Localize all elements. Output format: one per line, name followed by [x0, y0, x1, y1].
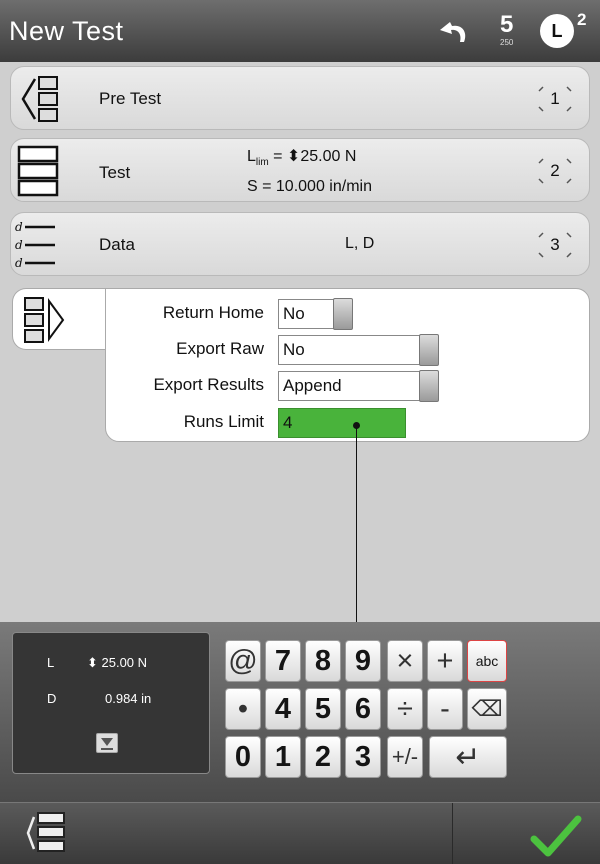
- export-results-row: Export Results Append: [106, 370, 591, 402]
- load-badge-superscript: 2: [577, 10, 587, 29]
- expand-down-icon: [101, 738, 113, 750]
- readout-displacement-row: D 0.984 in: [13, 691, 211, 711]
- return-home-field[interactable]: No: [278, 299, 334, 329]
- export-raw-label: Export Raw: [176, 339, 264, 358]
- key-9[interactable]: 9: [345, 640, 381, 682]
- key-divide[interactable]: ÷: [387, 688, 423, 730]
- counter-sub: 250: [500, 38, 514, 47]
- runs-limit-row: Runs Limit 4: [106, 408, 591, 438]
- step-name: Test: [99, 163, 131, 182]
- counter-value: 5: [500, 11, 514, 38]
- readout-value: 0.984 in: [105, 691, 152, 706]
- footer-divider: [452, 803, 453, 864]
- export-raw-field[interactable]: No: [278, 335, 420, 365]
- step-number: 3: [550, 235, 560, 254]
- load-badge-icon[interactable]: L: [540, 14, 574, 48]
- return-home-row: Return Home No: [106, 298, 591, 330]
- step-number: 2: [550, 161, 560, 180]
- key-8[interactable]: 8: [305, 640, 341, 682]
- checkmark-icon[interactable]: [530, 813, 582, 859]
- step-number: 1: [550, 89, 560, 108]
- callout-leader-dot: [353, 422, 360, 429]
- key-abc[interactable]: abc: [467, 640, 507, 682]
- bottom-bar: [0, 802, 600, 864]
- undo-icon[interactable]: [436, 18, 472, 46]
- step-pre-test[interactable]: Pre Test 1: [10, 66, 590, 130]
- key-7[interactable]: 7: [265, 640, 301, 682]
- svg-text:d: d: [15, 220, 23, 234]
- key-6[interactable]: 6: [345, 688, 381, 730]
- readout-load-row: L ⬍ 25.00 N: [13, 655, 211, 675]
- test-params: Llim = ⬍25.00 N S = 10.000 in/min: [247, 145, 372, 199]
- readout-key: D: [47, 691, 57, 706]
- readout-expand-button[interactable]: [96, 733, 118, 753]
- runs-limit-input[interactable]: 4: [278, 408, 406, 438]
- step-data[interactable]: d d d Data L, D 3: [10, 212, 590, 276]
- test-load-limit: Llim = ⬍25.00 N: [247, 148, 357, 169]
- runs-limit-label: Runs Limit: [183, 412, 264, 431]
- key-plus[interactable]: +: [427, 640, 463, 682]
- key-multiply[interactable]: ×: [387, 640, 423, 682]
- page-title: New Test: [9, 15, 124, 46]
- test-speed: S = 10.000 in/min: [247, 178, 372, 196]
- enter-icon[interactable]: ↵: [429, 736, 507, 778]
- step-name: Pre Test: [99, 89, 162, 108]
- pre-test-icon: [21, 76, 58, 122]
- return-home-label: Return Home: [162, 303, 264, 322]
- finish-settings-panel: Return Home No Export Raw No Export Resu…: [105, 288, 590, 442]
- step-name: Data: [99, 235, 135, 254]
- key-0[interactable]: 0: [225, 736, 261, 778]
- menu-stack-icon[interactable]: [22, 809, 78, 861]
- load-badge-letter: L: [551, 20, 563, 41]
- key-3[interactable]: 3: [345, 736, 381, 778]
- export-results-dropdown-button[interactable]: [419, 370, 439, 402]
- export-results-label: Export Results: [153, 375, 264, 394]
- data-icon: d d d: [15, 220, 55, 270]
- svg-text:d: d: [15, 256, 23, 270]
- step-test[interactable]: Test Llim = ⬍25.00 N S = 10.000 in/min 2: [10, 138, 590, 202]
- key-minus[interactable]: -: [427, 688, 463, 730]
- key-4[interactable]: 4: [265, 688, 301, 730]
- key-decimal[interactable]: •: [225, 688, 261, 730]
- return-home-dropdown-button[interactable]: [333, 298, 353, 330]
- test-icon: [17, 145, 59, 197]
- key-2[interactable]: 2: [305, 736, 341, 778]
- export-raw-dropdown-button[interactable]: [419, 334, 439, 366]
- key-1[interactable]: 1: [265, 736, 301, 778]
- finish-icon: [24, 297, 65, 343]
- key-plus-minus[interactable]: +/-: [387, 736, 423, 778]
- readout-key: L: [47, 655, 55, 670]
- export-raw-row: Export Raw No: [106, 334, 591, 366]
- key-at[interactable]: @: [225, 640, 261, 682]
- export-results-field[interactable]: Append: [278, 371, 420, 401]
- svg-text:d: d: [15, 238, 23, 252]
- data-channels: L, D: [345, 235, 375, 252]
- key-5[interactable]: 5: [305, 688, 341, 730]
- title-bar: New Test 5 250 L 2: [0, 0, 600, 62]
- live-readout-panel: L ⬍ 25.00 N D 0.984 in: [12, 632, 210, 774]
- readout-value: ⬍ 25.00 N: [87, 655, 148, 670]
- backspace-icon[interactable]: ⌫: [467, 688, 507, 730]
